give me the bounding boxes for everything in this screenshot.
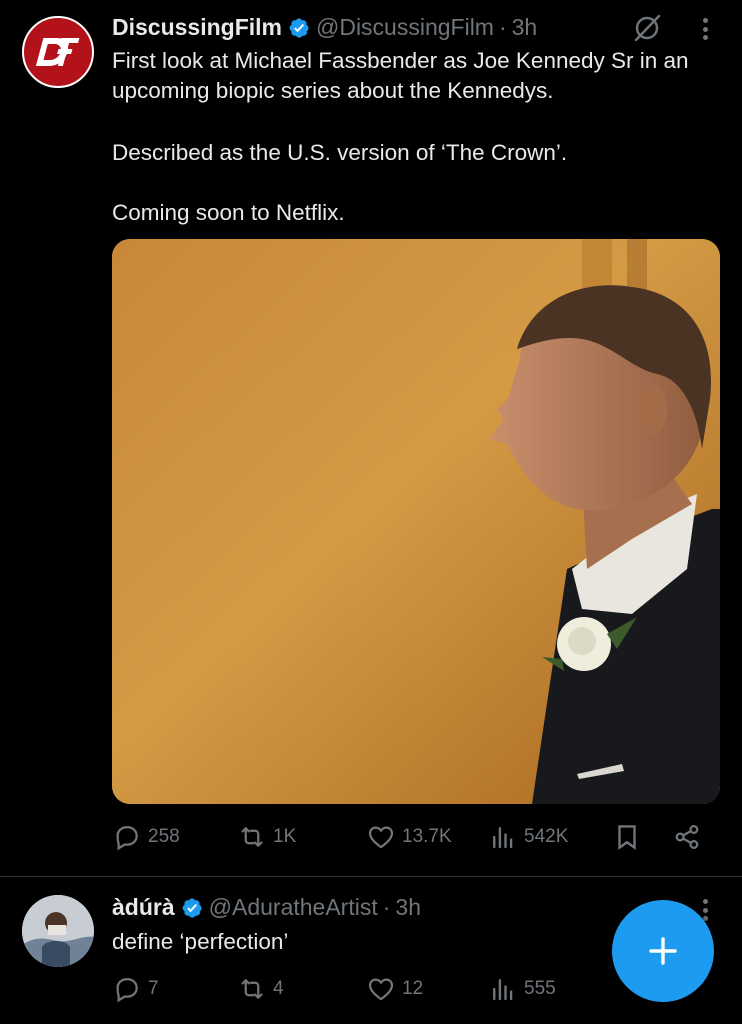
author-name[interactable]: DiscussingFilm bbox=[112, 14, 282, 41]
author-name[interactable]: àdúrà bbox=[112, 894, 175, 921]
like-icon bbox=[368, 826, 394, 849]
timestamp[interactable]: 3h bbox=[395, 894, 421, 921]
author-handle[interactable]: @DiscussingFilm bbox=[316, 14, 494, 41]
views-count: 542K bbox=[524, 826, 569, 847]
repost-button[interactable]: 1K bbox=[237, 822, 296, 852]
bookmark-button[interactable] bbox=[612, 822, 642, 852]
views-icon bbox=[493, 827, 513, 849]
share-button[interactable] bbox=[672, 822, 702, 852]
discussingfilm-logo-icon bbox=[24, 18, 92, 86]
tweet-text-paragraph: First look at Michael Fassbender as Joe … bbox=[112, 48, 689, 103]
like-button[interactable]: 13.7K bbox=[366, 822, 452, 852]
bookmark-icon bbox=[618, 825, 636, 850]
avatar[interactable] bbox=[22, 895, 94, 967]
tweet-text-paragraph: Described as the U.S. version of ‘The Cr… bbox=[112, 140, 568, 165]
verified-badge-icon bbox=[288, 17, 310, 39]
more-options-icon[interactable] bbox=[696, 14, 714, 44]
reply-icon bbox=[116, 826, 138, 851]
repost-button[interactable]: 4 bbox=[237, 974, 284, 1004]
repost-icon bbox=[241, 979, 263, 999]
views-button[interactable]: 542K bbox=[488, 822, 568, 852]
separator-dot: · bbox=[382, 894, 391, 920]
reply-count: 7 bbox=[148, 978, 159, 999]
tweet-media-image[interactable] bbox=[112, 239, 720, 804]
repost-count: 4 bbox=[273, 978, 284, 999]
compose-plus-icon bbox=[649, 937, 677, 965]
like-count: 13.7K bbox=[402, 826, 452, 847]
tweet-header: àdúrà @AduratheArtist · 3h bbox=[112, 894, 421, 921]
like-button[interactable]: 12 bbox=[366, 974, 423, 1004]
reply-count: 258 bbox=[148, 826, 180, 847]
views-icon bbox=[493, 979, 513, 1001]
reply-button[interactable]: 7 bbox=[112, 974, 159, 1004]
views-button[interactable]: 555 bbox=[488, 974, 556, 1004]
grok-icon[interactable] bbox=[632, 13, 662, 43]
compose-button[interactable] bbox=[612, 900, 714, 1002]
timestamp[interactable]: 3h bbox=[512, 14, 538, 41]
share-icon bbox=[675, 824, 699, 850]
avatar[interactable] bbox=[22, 16, 94, 88]
repost-count: 1K bbox=[273, 826, 297, 847]
views-count: 555 bbox=[524, 978, 556, 999]
like-icon bbox=[368, 978, 394, 1001]
reply-icon bbox=[116, 978, 138, 1003]
tweet-text-paragraph: Coming soon to Netflix. bbox=[112, 200, 345, 225]
tweet-discussingfilm[interactable]: DiscussingFilm @DiscussingFilm · 3h Firs… bbox=[0, 0, 742, 876]
reply-button[interactable]: 258 bbox=[112, 822, 180, 852]
tweet-header: DiscussingFilm @DiscussingFilm · 3h bbox=[112, 14, 537, 41]
like-count: 12 bbox=[402, 978, 424, 999]
repost-icon bbox=[241, 827, 263, 847]
verified-badge-icon bbox=[181, 897, 203, 919]
separator-dot: · bbox=[498, 14, 507, 40]
author-handle[interactable]: @AduratheArtist bbox=[209, 894, 378, 921]
